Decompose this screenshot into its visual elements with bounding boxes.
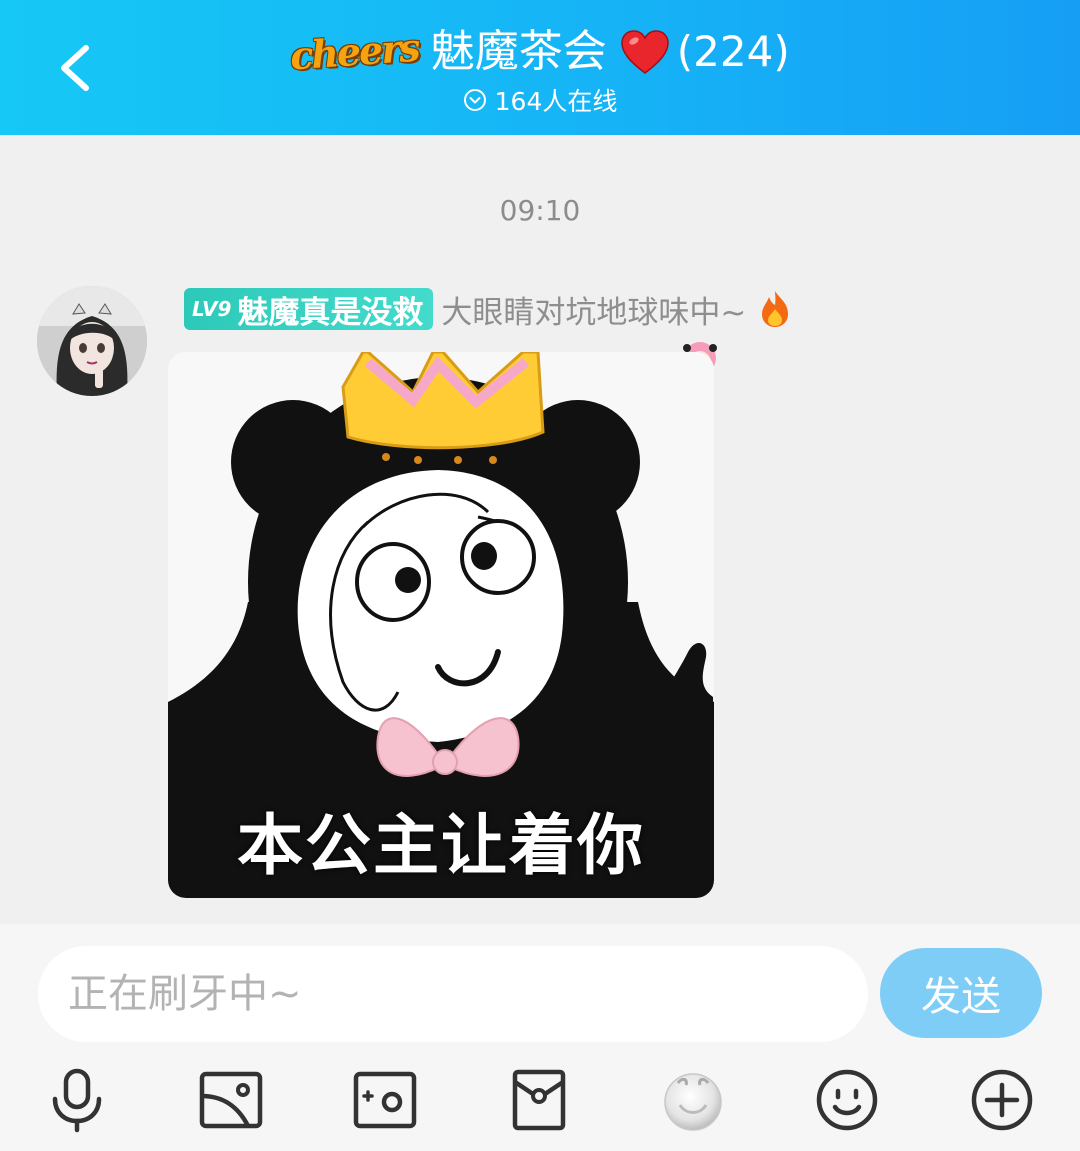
sender-title: 大眼睛对坑地球味中~: [441, 294, 747, 331]
level-badge: LV9 魅魔真是没救: [184, 287, 434, 332]
online-status[interactable]: 164人在线: [0, 82, 1080, 118]
group-member-count: (224): [676, 27, 790, 76]
sender-nickname[interactable]: 魅魔真是没救: [237, 287, 423, 332]
plus-icon: [971, 1069, 1033, 1131]
heart-icon: [621, 30, 669, 74]
chat-header: cheers 魅魔茶会 (224) 164人在线: [0, 0, 1080, 135]
more-button[interactable]: [966, 1064, 1038, 1136]
tickle-icon: [664, 1073, 722, 1131]
chevron-down-circle-icon: [463, 89, 486, 111]
cheers-logo: cheers: [288, 24, 421, 79]
emoji-button[interactable]: [811, 1064, 883, 1136]
group-name: 魅魔茶会: [430, 26, 607, 77]
emoji-icon: [816, 1069, 878, 1131]
input-toolbar: [0, 1064, 1080, 1134]
red-packet-button[interactable]: [503, 1064, 575, 1136]
level-label: LV9: [192, 297, 232, 321]
voice-button[interactable]: [41, 1064, 113, 1136]
sticker-caption: 本公主让着你: [237, 807, 645, 884]
tickle-button[interactable]: [657, 1064, 729, 1136]
fire-icon: [762, 291, 789, 327]
input-bar: 发送: [0, 924, 1080, 1151]
camera-button[interactable]: [349, 1064, 421, 1136]
group-title[interactable]: cheers 魅魔茶会 (224): [0, 22, 1080, 82]
message-timestamp: 09:10: [499, 194, 581, 227]
avatar[interactable]: [37, 286, 147, 396]
image-icon: [199, 1071, 263, 1129]
microphone-icon: [52, 1068, 102, 1133]
red-packet-icon: [512, 1069, 566, 1131]
send-button[interactable]: 发送: [880, 948, 1042, 1038]
sender-info: LV9 魅魔真是没救 大眼睛对坑地球味中~: [184, 286, 792, 332]
avatar-image: [37, 286, 147, 396]
image-button[interactable]: [195, 1064, 267, 1136]
camera-icon: [353, 1071, 417, 1129]
online-count: 164人在线: [494, 87, 618, 116]
message-input[interactable]: [38, 946, 868, 1042]
sticker-message[interactable]: 本公主让着你: [168, 352, 714, 898]
